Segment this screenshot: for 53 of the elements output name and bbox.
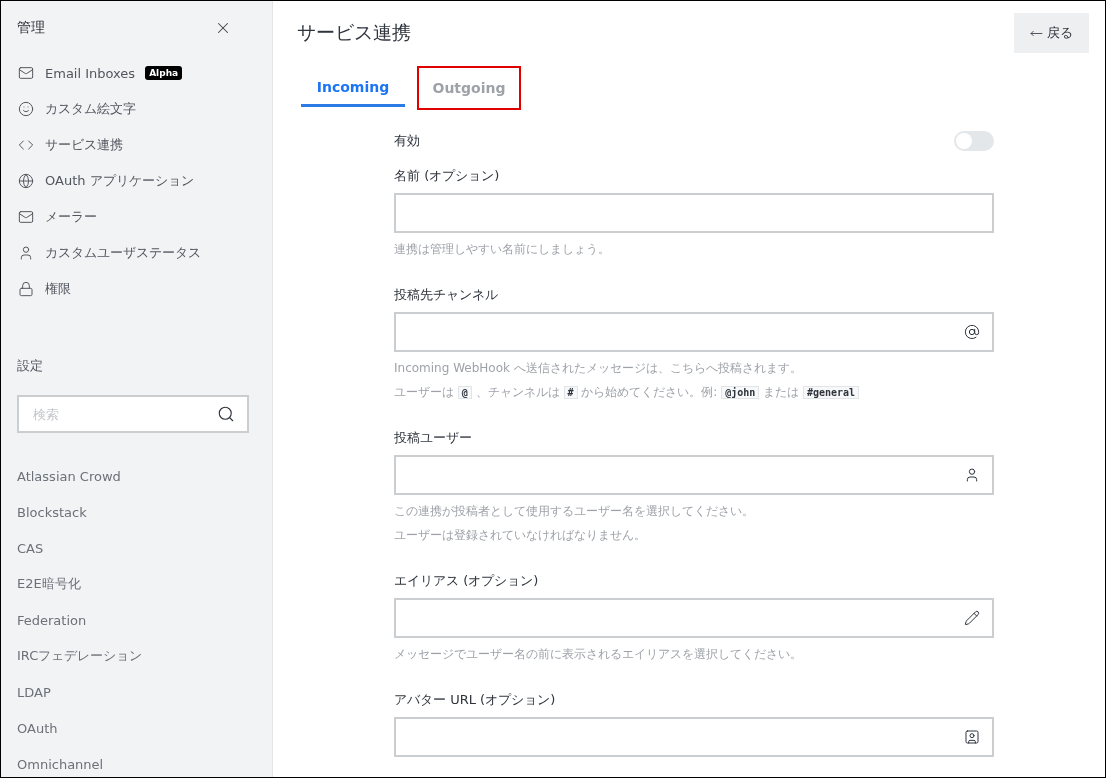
tab[interactable]: Outgoing — [417, 66, 521, 110]
input-field[interactable] — [394, 312, 994, 352]
sidebar-item[interactable]: カスタムユーザステータス — [45, 244, 201, 262]
search-field[interactable]: 検索 — [17, 395, 249, 433]
hint-text: この連携が投稿者として使用するユーザー名を選択してください。 — [394, 503, 755, 520]
field-label: 有効 — [394, 132, 420, 150]
hint-text: ユーザーは登録されていなければなりません。 — [394, 527, 647, 544]
lock-icon — [17, 281, 35, 297]
settings-item[interactable]: Omnichannel — [17, 746, 256, 777]
settings-item[interactable]: OAuth — [17, 710, 256, 746]
settings-item[interactable]: LDAP — [17, 674, 256, 710]
field-label: 投稿ユーザー — [394, 429, 473, 447]
hint-text: ユーザーは @ 、チャンネルは # から始めてください。例: @john または #general — [394, 380, 994, 404]
input-field[interactable] — [394, 598, 994, 638]
field-label: 名前 (オプション) — [394, 167, 501, 185]
smiley-icon — [17, 101, 35, 117]
field-label: アバター URL (オプション) — [394, 691, 557, 709]
person-icon — [964, 467, 980, 483]
hint-text: 連携は管理しやすい名前にしましょう。 — [394, 241, 611, 258]
settings-item[interactable]: Blockstack — [17, 494, 256, 530]
input-field[interactable] — [394, 455, 994, 495]
code-icon — [17, 137, 35, 153]
field-label: 投稿先チャンネル — [394, 286, 499, 304]
settings-item[interactable]: Atlassian Crowd — [17, 458, 256, 494]
sidebar-item[interactable]: カスタム絵文字 — [45, 100, 136, 118]
toggle-switch[interactable] — [954, 131, 994, 151]
sidebar-item[interactable]: メーラー — [45, 208, 97, 226]
sidebar-item[interactable]: OAuth アプリケーション — [45, 172, 194, 190]
back-button[interactable]: 戻る — [1014, 13, 1089, 53]
settings-item[interactable]: IRCフェデレーション — [17, 638, 256, 674]
at-sign-icon — [964, 324, 980, 340]
sidebar-item[interactable]: サービス連携 — [45, 136, 123, 154]
mail-icon — [17, 65, 35, 81]
mail-icon — [17, 209, 35, 225]
section-title: 設定 — [17, 357, 44, 375]
pencil-icon — [964, 610, 980, 626]
tab[interactable]: Incoming — [301, 69, 405, 107]
settings-item[interactable]: E2E暗号化 — [17, 566, 256, 602]
portrait-icon — [964, 729, 980, 745]
input-field[interactable] — [394, 717, 994, 757]
sidebar-item[interactable]: 権限 — [45, 280, 71, 298]
globe-icon — [17, 173, 35, 189]
field-label: エイリアス (オプション) — [394, 572, 540, 590]
alpha-badge: Alpha — [145, 66, 183, 80]
settings-item[interactable]: Federation — [17, 602, 256, 638]
page-title: サービス連携 — [297, 20, 411, 45]
hint-text: Incoming WebHook へ送信されたメッセージは、こちらへ投稿されます。 — [394, 360, 803, 377]
hint-text: メッセージでユーザー名の前に表示されるエイリアスを選択してください。 — [394, 646, 803, 663]
settings-item[interactable]: CAS — [17, 530, 256, 566]
sidebar-item[interactable]: Email Inboxes — [45, 65, 136, 81]
search-icon — [217, 405, 235, 423]
input-field[interactable] — [394, 193, 994, 233]
sidebar-title: 管理 — [17, 19, 45, 37]
